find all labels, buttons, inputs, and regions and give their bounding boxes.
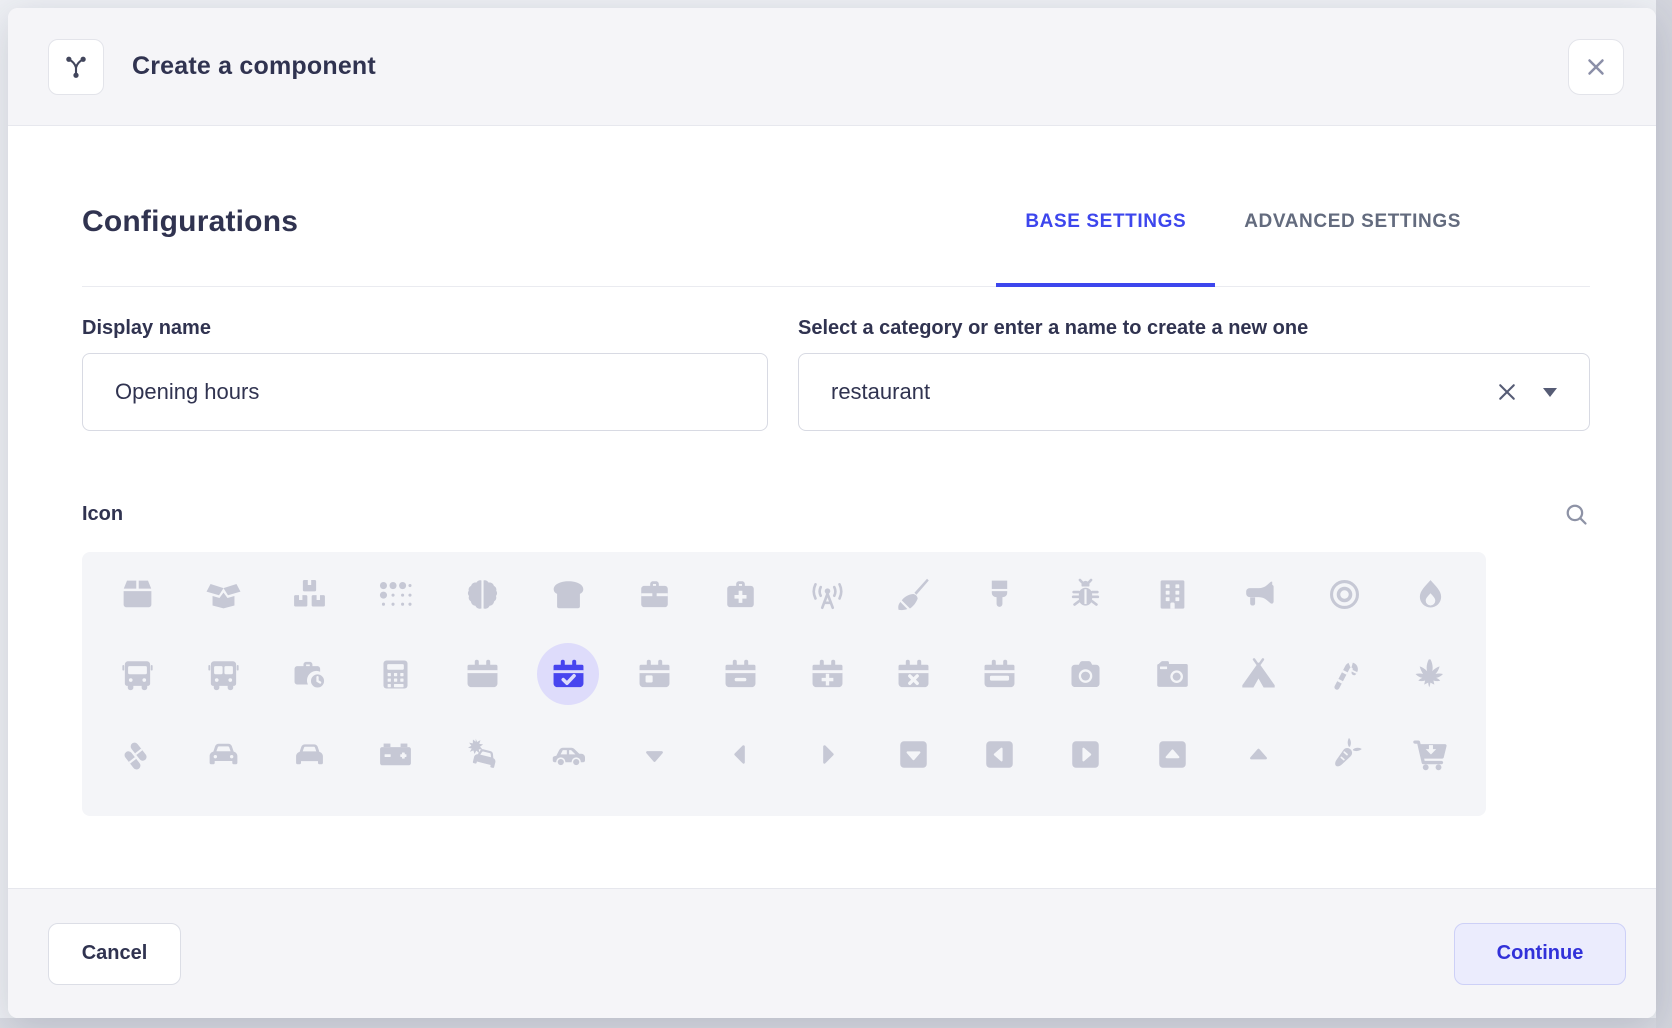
- icon-brain[interactable]: [439, 554, 525, 634]
- icon-briefcase[interactable]: [612, 554, 698, 634]
- dropdown-caret-icon[interactable]: [1543, 388, 1557, 397]
- icon-broom[interactable]: [870, 554, 956, 634]
- icon-calendar-day[interactable]: [612, 634, 698, 714]
- icon-caret-right[interactable]: [784, 714, 870, 794]
- icon-boxes-stacked[interactable]: [267, 554, 353, 634]
- close-button[interactable]: [1568, 39, 1624, 95]
- icon-bug[interactable]: [1043, 554, 1129, 634]
- icon-car[interactable]: [180, 714, 266, 794]
- icon-calculator[interactable]: [353, 634, 439, 714]
- continue-button[interactable]: Continue: [1454, 923, 1626, 985]
- icon-broadcast-tower[interactable]: [784, 554, 870, 634]
- icon-caret-down[interactable]: [612, 714, 698, 794]
- icon-car-side[interactable]: [525, 714, 611, 794]
- icon-bus-alt[interactable]: [180, 634, 266, 714]
- clear-selection-icon[interactable]: [1493, 378, 1521, 406]
- cancel-button[interactable]: Cancel: [48, 923, 181, 985]
- configurations-heading: Configurations: [82, 205, 298, 239]
- modal-body: Configurations BASE SETTINGS ADVANCED SE…: [8, 126, 1656, 888]
- icon-car-crash[interactable]: [439, 714, 525, 794]
- icon-grid: [94, 554, 1474, 794]
- icon-bread-slice[interactable]: [525, 554, 611, 634]
- display-name-input[interactable]: [82, 353, 768, 431]
- icon-caret-left[interactable]: [698, 714, 784, 794]
- icon-bus[interactable]: [94, 634, 180, 714]
- close-icon: [1583, 54, 1609, 80]
- icon-bullhorn[interactable]: [1215, 554, 1301, 634]
- display-name-field: Display name: [82, 317, 768, 431]
- icon-picker-header: Icon: [82, 501, 1590, 528]
- icon-caret-up[interactable]: [1215, 714, 1301, 794]
- category-select[interactable]: restaurant: [798, 353, 1590, 431]
- icon-caret-square-right[interactable]: [1043, 714, 1129, 794]
- modal-header: Create a component: [8, 8, 1656, 126]
- icon-capsules[interactable]: [94, 714, 180, 794]
- icon-candy-cane[interactable]: [1302, 634, 1388, 714]
- icon-burn[interactable]: [1388, 554, 1474, 634]
- icon-carrot[interactable]: [1302, 714, 1388, 794]
- settings-tabs: BASE SETTINGS ADVANCED SETTINGS: [996, 156, 1490, 287]
- configurations-header-row: Configurations BASE SETTINGS ADVANCED SE…: [82, 126, 1590, 287]
- icon-picker-label: Icon: [82, 503, 123, 526]
- icon-braille[interactable]: [353, 554, 439, 634]
- icon-brush[interactable]: [957, 554, 1043, 634]
- icon-car-battery[interactable]: [353, 714, 439, 794]
- category-label: Select a category or enter a name to cre…: [798, 317, 1590, 340]
- display-name-label: Display name: [82, 317, 768, 340]
- icon-calendar-plus[interactable]: [784, 634, 870, 714]
- icon-cart-arrow-down[interactable]: [1388, 714, 1474, 794]
- icon-caret-square-up[interactable]: [1129, 714, 1215, 794]
- icon-caret-square-down[interactable]: [870, 714, 956, 794]
- icon-cannabis[interactable]: [1388, 634, 1474, 714]
- icon-calendar[interactable]: [439, 634, 525, 714]
- icon-camera-retro[interactable]: [1129, 634, 1215, 714]
- search-icon[interactable]: [1563, 501, 1590, 528]
- icon-calendar-times[interactable]: [870, 634, 956, 714]
- icon-box[interactable]: [94, 554, 180, 634]
- component-branch-icon: [48, 39, 104, 95]
- icon-business-time[interactable]: [267, 634, 353, 714]
- category-field: Select a category or enter a name to cre…: [798, 317, 1590, 431]
- modal-footer: Cancel Continue: [8, 888, 1656, 1018]
- icon-picker-panel: [82, 552, 1486, 816]
- icon-calendar-week[interactable]: [957, 634, 1043, 714]
- icon-calendar-check[interactable]: [525, 634, 611, 714]
- icon-box-open[interactable]: [180, 554, 266, 634]
- icon-building[interactable]: [1129, 554, 1215, 634]
- create-component-modal: Create a component Configurations BASE S…: [8, 8, 1656, 1018]
- tab-base-settings[interactable]: BASE SETTINGS: [996, 156, 1215, 287]
- icon-caret-square-left[interactable]: [957, 714, 1043, 794]
- fields-row: Display name Select a category or enter …: [82, 317, 1590, 431]
- modal-title: Create a component: [132, 52, 376, 81]
- icon-camera[interactable]: [1043, 634, 1129, 714]
- icon-calendar-minus[interactable]: [698, 634, 784, 714]
- tab-advanced-settings[interactable]: ADVANCED SETTINGS: [1215, 156, 1490, 287]
- category-select-value: restaurant: [831, 379, 1493, 405]
- icon-briefcase-medical[interactable]: [698, 554, 784, 634]
- icon-campground[interactable]: [1215, 634, 1301, 714]
- icon-bullseye[interactable]: [1302, 554, 1388, 634]
- icon-car-alt[interactable]: [267, 714, 353, 794]
